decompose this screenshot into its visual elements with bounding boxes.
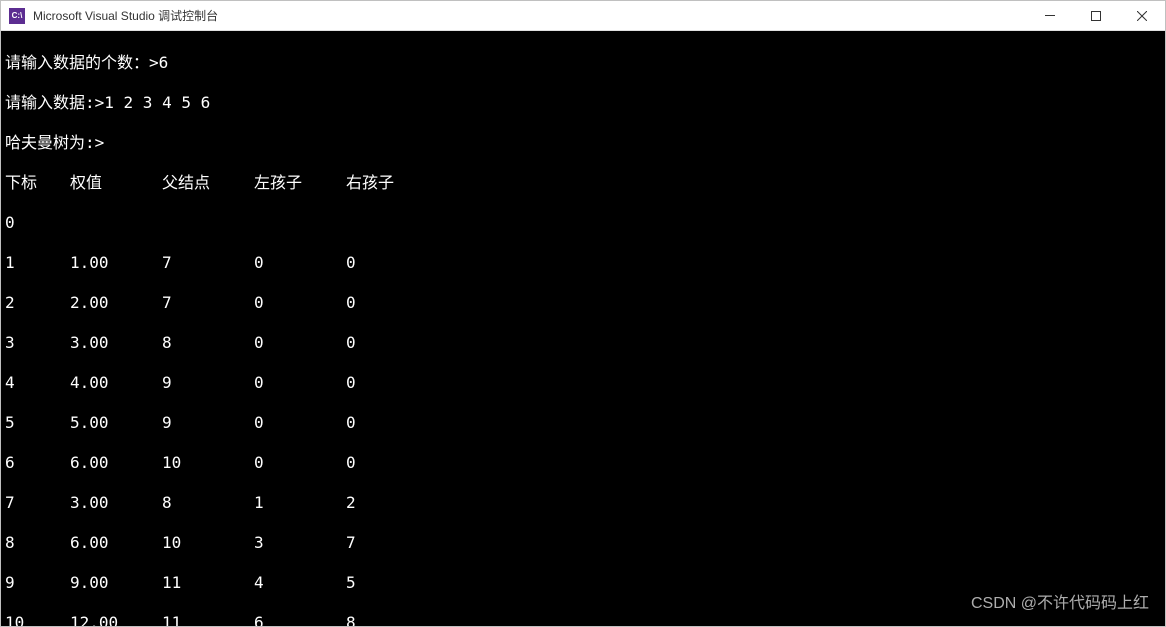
close-button[interactable] xyxy=(1119,1,1165,30)
table-row: 55.00900 xyxy=(5,413,1161,433)
console-output[interactable]: 请输入数据的个数：>6 请输入数据:>1 2 3 4 5 6 哈夫曼树为:> 下… xyxy=(1,31,1165,626)
console-window: C:\ Microsoft Visual Studio 调试控制台 请输入数据的… xyxy=(0,0,1166,627)
minimize-icon xyxy=(1045,15,1055,16)
titlebar[interactable]: C:\ Microsoft Visual Studio 调试控制台 xyxy=(1,1,1165,31)
maximize-button[interactable] xyxy=(1073,1,1119,30)
output-line: 0 xyxy=(5,213,1161,233)
app-icon: C:\ xyxy=(9,8,25,24)
table-row: 1012.001168 xyxy=(5,613,1161,626)
tree-header: 下标权值父结点左孩子右孩子 xyxy=(5,173,1161,193)
col-parent: 父结点 xyxy=(162,173,254,193)
table-row: 86.001037 xyxy=(5,533,1161,553)
col-left: 左孩子 xyxy=(254,173,346,193)
table-row: 66.001000 xyxy=(5,453,1161,473)
output-line: 请输入数据:>1 2 3 4 5 6 xyxy=(5,93,1161,113)
col-weight: 权值 xyxy=(70,173,162,193)
minimize-button[interactable] xyxy=(1027,1,1073,30)
table-row: 11.00700 xyxy=(5,253,1161,273)
close-icon xyxy=(1137,11,1147,21)
table-row: 99.001145 xyxy=(5,573,1161,593)
window-controls xyxy=(1027,1,1165,30)
table-row: 73.00812 xyxy=(5,493,1161,513)
col-index: 下标 xyxy=(5,173,70,193)
output-line: 请输入数据的个数：>6 xyxy=(5,53,1161,73)
watermark: CSDN @不许代码码上红 xyxy=(971,594,1149,614)
output-line: 哈夫曼树为:> xyxy=(5,133,1161,153)
table-row: 33.00800 xyxy=(5,333,1161,353)
window-title: Microsoft Visual Studio 调试控制台 xyxy=(33,7,1027,24)
col-right: 右孩子 xyxy=(346,173,438,193)
maximize-icon xyxy=(1091,11,1101,21)
table-row: 22.00700 xyxy=(5,293,1161,313)
table-row: 44.00900 xyxy=(5,373,1161,393)
